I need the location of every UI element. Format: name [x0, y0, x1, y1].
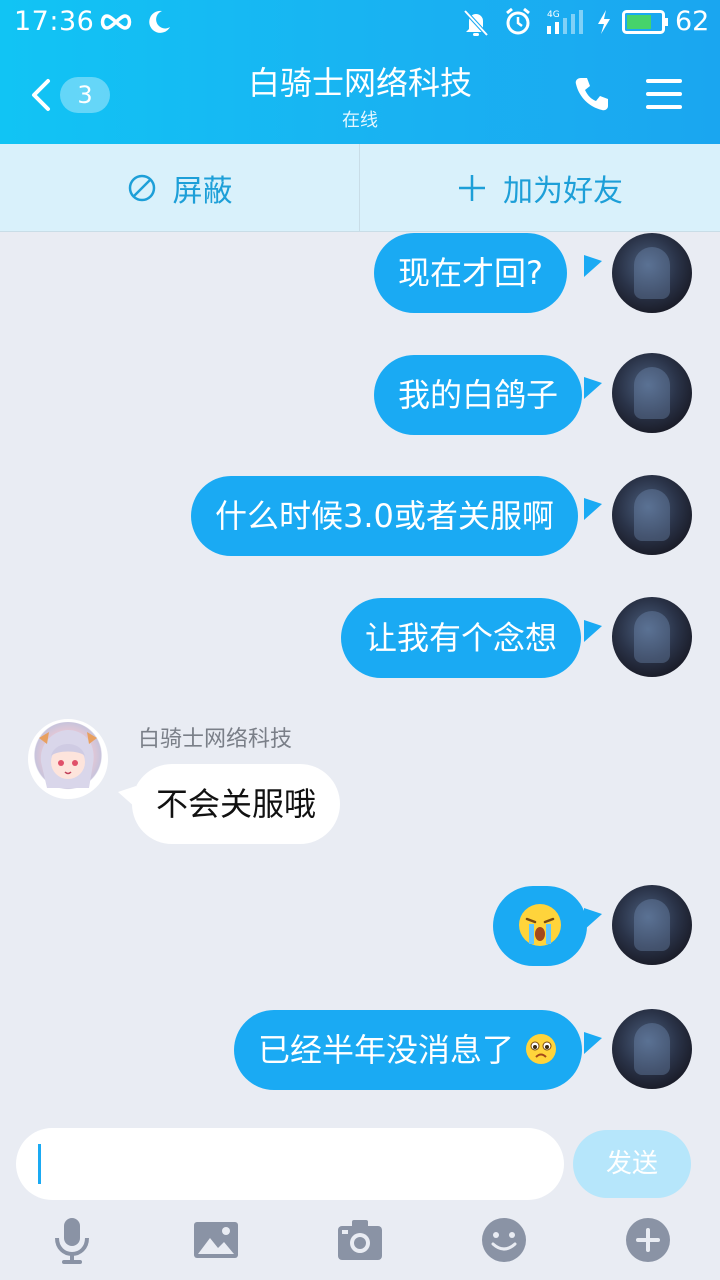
- mute-icon: [463, 9, 489, 37]
- message-bubble-outgoing[interactable]: 让我有个念想: [341, 598, 582, 678]
- nav-bar: 3 白骑士网络科技 在线: [0, 46, 720, 144]
- my-avatar[interactable]: [612, 353, 692, 433]
- contact-avatar[interactable]: [28, 719, 108, 799]
- sender-name: 白骑士网络科技: [138, 727, 293, 752]
- anime-avatar-icon: [39, 730, 97, 788]
- image-icon[interactable]: [190, 1214, 242, 1266]
- bubble-tail: [584, 255, 602, 277]
- my-avatar[interactable]: [612, 885, 692, 965]
- message-bubble-outgoing[interactable]: 现在才回?: [374, 233, 567, 313]
- stranger-action-bar: 屏蔽 加为好友: [0, 144, 720, 232]
- message-text: 什么时候3.0或者关服啊: [215, 497, 554, 535]
- bubble-tail: [584, 620, 602, 642]
- message-bubble-incoming[interactable]: 不会关服哦: [132, 764, 341, 844]
- chat-header: 17:36 4G 62 3 白骑士网络科技 在线: [0, 0, 720, 144]
- status-bar: 17:36 4G 62: [0, 0, 720, 46]
- alarm-icon: [506, 7, 530, 35]
- my-avatar[interactable]: [612, 1009, 692, 1089]
- message-text: 已经半年没消息了: [258, 1031, 515, 1069]
- bubble-tail: [584, 1032, 602, 1054]
- message-text: 现在才回?: [398, 254, 543, 292]
- message-text: 不会关服哦: [156, 785, 317, 823]
- message-bubble-outgoing[interactable]: 已经半年没消息了: [234, 1010, 583, 1090]
- message-text: 我的白鸽子: [398, 376, 559, 414]
- emoticon-icon[interactable]: [478, 1214, 530, 1266]
- my-avatar[interactable]: [612, 233, 692, 313]
- message-bubble-outgoing[interactable]: 什么时候3.0或者关服啊: [191, 476, 578, 556]
- signal-icon: 4G: [547, 10, 583, 34]
- chat-status: 在线: [342, 110, 378, 131]
- message-bubble-outgoing[interactable]: 我的白鸽子: [374, 355, 583, 435]
- camera-icon[interactable]: [334, 1214, 386, 1266]
- my-avatar[interactable]: [612, 597, 692, 677]
- battery-icon: [622, 10, 668, 34]
- block-label: 屏蔽: [172, 174, 233, 209]
- infinity-icon: [100, 14, 132, 30]
- add-friend-label: 加为好友: [503, 174, 623, 209]
- bubble-tail: [584, 498, 602, 520]
- input-area: 发送: [0, 1110, 720, 1280]
- phone-icon[interactable]: [572, 74, 612, 114]
- message-list[interactable]: 现在才回? 我的白鸽子 什么时候3.0或者关服啊 让我有个念想 白骑士网络科技 …: [0, 233, 720, 1110]
- plus-icon: [459, 175, 485, 201]
- send-button[interactable]: 发送: [573, 1130, 691, 1198]
- status-time: 17:36: [14, 6, 95, 37]
- chat-title: 白骑士网络科技: [247, 64, 472, 102]
- block-button[interactable]: 屏蔽: [0, 144, 360, 232]
- block-icon: [128, 174, 155, 202]
- my-avatar[interactable]: [612, 475, 692, 555]
- microphone-icon[interactable]: [46, 1214, 98, 1266]
- bubble-tail: [584, 377, 602, 399]
- svg-text:4G: 4G: [547, 10, 560, 20]
- message-bubble-outgoing[interactable]: [493, 886, 587, 966]
- sad-emoji-icon: [526, 1034, 557, 1064]
- crying-emoji-icon: [519, 904, 561, 946]
- bubble-tail: [584, 908, 602, 930]
- text-cursor: [38, 1144, 41, 1184]
- battery-level: 62: [675, 6, 710, 37]
- moon-icon: [149, 10, 170, 33]
- charging-icon: [598, 10, 610, 34]
- plus-circle-icon[interactable]: [622, 1214, 674, 1266]
- menu-icon[interactable]: [644, 76, 684, 112]
- add-friend-button[interactable]: 加为好友: [360, 144, 720, 232]
- message-text: 让我有个念想: [365, 619, 558, 657]
- message-input[interactable]: [16, 1128, 564, 1200]
